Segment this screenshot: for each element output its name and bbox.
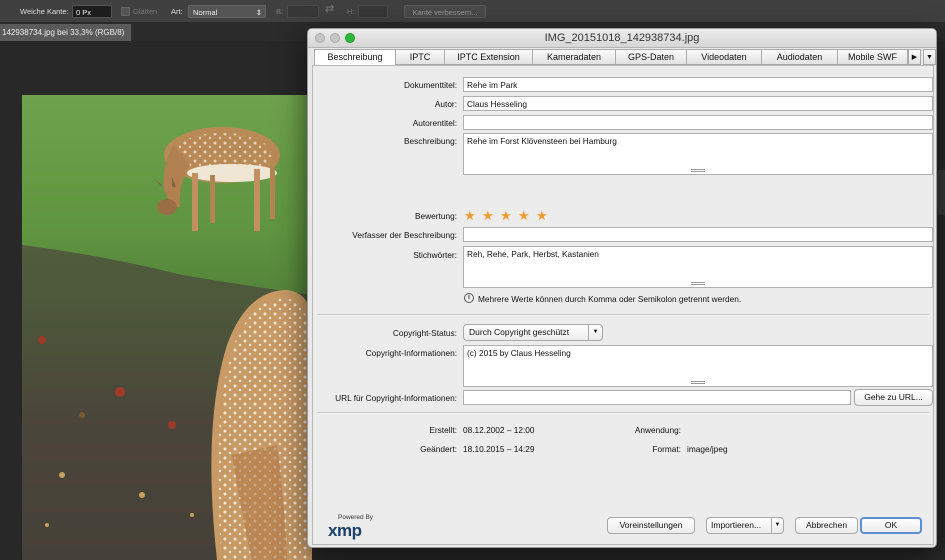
document-title-label: Dokumenttitel: [403,80,457,90]
refine-edge-button[interactable]: Kante verbessern... [404,5,486,18]
modified-label: Geändert: [420,444,457,454]
copyright-status-label: Copyright-Status: [392,328,457,338]
select-arrows-icon: ⇕ [255,8,262,17]
author-label: Autor: [434,99,457,109]
description-label: Beschreibung: [403,136,457,146]
description-textarea[interactable]: Rehe im Forst Klövensteen bei Hamburg [463,133,933,175]
keywords-text: Reh, Rehe, Park, Herbst, Kastanien [467,249,599,259]
tab-iptc-extension[interactable]: IPTC Extension [445,49,533,65]
rating-star-icon[interactable]: ★ [518,209,530,222]
style-select[interactable]: Normal ⇕ [188,5,266,18]
rating-star-icon[interactable]: ★ [464,209,476,222]
resize-grip-icon[interactable] [691,381,705,384]
antialias-checkbox[interactable] [121,7,130,16]
rating-star-icon[interactable]: ★ [536,209,548,222]
minimize-window-icon[interactable] [330,33,340,43]
tab-videodaten[interactable]: Videodaten [687,49,762,65]
tab-iptc[interactable]: IPTC [396,49,445,65]
keywords-hint: Mehrere Werte können durch Komma oder Se… [478,294,742,304]
divider [317,412,929,414]
style-select-value: Normal [193,8,218,17]
application-label: Anwendung: [634,425,681,435]
document-title-input[interactable]: Rehe im Park [463,77,933,92]
dropdown-arrow-icon: ▼ [771,518,783,533]
description-writer-label: Verfasser der Beschreibung: [352,230,457,240]
height-input[interactable] [358,5,388,18]
swap-icon[interactable]: ⇄ [325,3,334,16]
cancel-button[interactable]: Abbrechen [795,517,858,534]
copyright-info-textarea[interactable]: (c) 2015 by Claus Hesseling [463,345,933,387]
rating-star-icon[interactable]: ★ [500,209,512,222]
author-input[interactable]: Claus Hesseling [463,96,933,111]
copyright-status-value: Durch Copyright geschützt [469,327,570,337]
tab-menu-icon[interactable]: ▼ [923,49,936,65]
info-icon: i [464,293,474,303]
feather-input[interactable]: 0 Px [72,5,112,18]
rating-label: Bewertung: [415,211,457,221]
copyright-info-label: Copyright-Informationen: [365,348,457,358]
panel-edge [937,170,945,215]
keywords-label: Stichwörter: [413,250,457,260]
rating-star-icon[interactable]: ★ [482,209,494,222]
tab-bar: Beschreibung IPTC IPTC Extension Kamerad… [312,49,936,66]
preferences-button[interactable]: Voreinstellungen [607,517,695,534]
tab-kameradaten[interactable]: Kameradaten [533,49,616,65]
width-input[interactable] [287,5,319,18]
divider [317,314,929,316]
photo-image [22,95,312,560]
keywords-textarea[interactable]: Reh, Rehe, Park, Herbst, Kastanien [463,246,933,288]
format-label: Format: [652,444,681,454]
format-value: image/jpeg [687,444,728,454]
copyright-url-label: URL für Copyright-Informationen: [335,393,457,403]
go-to-url-button[interactable]: Gehe zu URL... [854,389,933,406]
deer-photo [22,95,312,560]
resize-grip-icon[interactable] [691,169,705,172]
tab-gps-daten[interactable]: GPS-Daten [616,49,687,65]
zoom-window-icon[interactable] [345,33,355,43]
tab-mobile-swf[interactable]: Mobile SWF [838,49,908,65]
feather-label: Weiche Kante: [20,7,69,16]
tab-audiodaten[interactable]: Audiodaten [762,49,838,65]
copyright-url-input[interactable] [463,390,851,405]
antialias-label: Glätten [133,7,158,16]
height-label: H: [347,7,355,16]
document-tab[interactable]: 142938734.jpg bei 33,3% (RGB/8) [0,24,132,41]
created-label: Erstellt: [429,425,457,435]
description-panel: Dokumenttitel: Rehe im Park Autor: Claus… [312,65,934,545]
description-writer-input[interactable] [463,227,933,242]
dialog-titlebar: IMG_20151018_142938734.jpg [308,29,936,48]
modified-value: 18.10.2015 – 14:29 [463,444,535,454]
author-title-input[interactable] [463,115,933,130]
powered-by-text: Powered By [338,514,374,521]
width-label: B: [276,7,284,16]
created-value: 08.12.2002 – 12:00 [463,425,535,435]
import-button-label: Importieren... [711,520,762,530]
copyright-status-select[interactable]: Durch Copyright geschützt ▼ [463,324,603,341]
xmp-logo-text: xmp [328,521,362,540]
resize-grip-icon[interactable] [691,282,705,285]
xmp-logo: Powered By xmp [328,514,388,542]
dialog-title: IMG_20151018_142938734.jpg [544,32,700,44]
style-label: Art: [171,7,183,16]
import-button[interactable]: Importieren... ▼ [706,517,784,534]
description-text: Rehe im Forst Klövensteen bei Hamburg [467,136,617,146]
tab-scroll-right-icon[interactable]: ▶ [908,49,921,65]
file-info-dialog: IMG_20151018_142938734.jpg Beschreibung … [307,28,937,548]
tab-beschreibung[interactable]: Beschreibung [314,49,396,66]
copyright-info-text: (c) 2015 by Claus Hesseling [467,348,571,358]
ok-button[interactable]: OK [860,517,922,534]
dropdown-arrow-icon: ▼ [588,325,602,340]
options-bar: Weiche Kante: 0 Px Glätten Art: Normal ⇕ … [0,0,945,23]
close-window-icon[interactable] [315,33,325,43]
author-title-label: Autorentitel: [412,118,457,128]
